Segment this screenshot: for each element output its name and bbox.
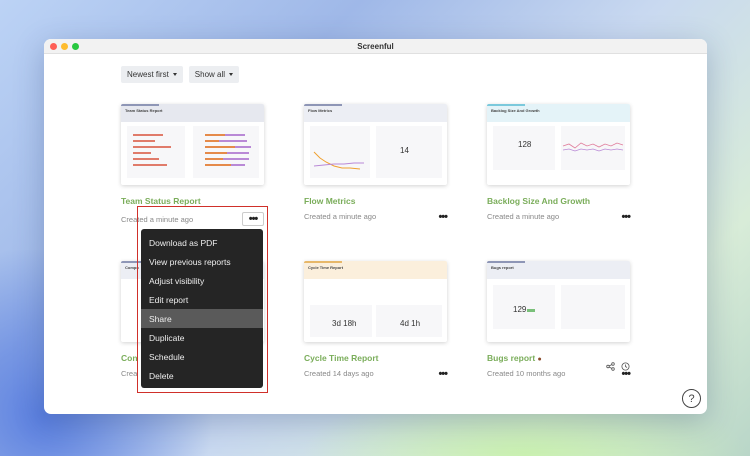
thumbnail-accent-bar: [487, 104, 525, 106]
thumbnail-body: 3d 18h 4d 1h: [304, 279, 447, 342]
report-meta: Created a minute ago •••: [487, 211, 631, 222]
thumbnail-chart: [310, 305, 442, 337]
thumbnail-body: 129: [487, 279, 630, 342]
window-title: Screenful: [357, 41, 394, 51]
more-icon[interactable]: •••: [621, 368, 631, 379]
report-title[interactable]: Backlog Size And Growth: [487, 196, 630, 206]
more-icon[interactable]: •••: [438, 368, 448, 379]
thumbnail-title: Bugs report: [491, 265, 514, 270]
thumbnail-accent-bar: [304, 104, 342, 106]
thumbnail-cycle-value-b: 4d 1h: [400, 319, 421, 328]
caret-down-icon: [172, 73, 177, 76]
report-title[interactable]: Bugs report ●: [487, 353, 630, 371]
thumbnail-accent-bar: [304, 261, 342, 263]
menu-item-view-previous-reports[interactable]: View previous reports: [141, 252, 263, 271]
window-controls: [50, 43, 79, 50]
thumbnail-body: 14: [304, 122, 447, 185]
minimize-window-button[interactable]: [61, 43, 68, 50]
toolbar: Newest first Show all: [121, 66, 240, 83]
report-thumbnail[interactable]: Team Status Report: [121, 104, 264, 185]
report-card[interactable]: Cycle Time Report 3d 18h 4d 1h Cycle Tim…: [304, 261, 448, 379]
title-bar: Screenful: [44, 39, 707, 54]
thumbnail-bugs-value: 129: [513, 305, 527, 314]
app-window: Screenful Newest first Show all Team Sta…: [44, 39, 707, 414]
report-title[interactable]: Cycle Time Report: [304, 353, 447, 363]
filter-dropdown[interactable]: Show all: [188, 66, 240, 83]
filter-label: Show all: [194, 70, 226, 79]
help-button[interactable]: ?: [682, 389, 701, 408]
menu-item-download-pdf[interactable]: Download as PDF: [141, 233, 263, 252]
sort-label: Newest first: [127, 70, 169, 79]
report-title-text: Bugs report: [487, 353, 536, 363]
report-created-time: Created a minute ago: [304, 212, 377, 221]
thumbnail-cycle-value-a: 3d 18h: [332, 319, 357, 328]
report-created-time: Created 10 months ago: [487, 369, 566, 378]
zoom-window-button[interactable]: [72, 43, 79, 50]
menu-item-duplicate[interactable]: Duplicate: [141, 328, 263, 347]
thumbnail-chart: [493, 285, 625, 329]
report-created-time: Crea: [121, 369, 138, 378]
menu-item-delete[interactable]: Delete: [141, 366, 263, 385]
report-card[interactable]: Flow Metrics 14 Flow Metrics Created a m…: [304, 104, 448, 222]
more-icon[interactable]: •••: [438, 211, 448, 222]
thumbnail-backlog-value: 128: [518, 140, 532, 149]
thumbnail-chart: [493, 126, 625, 170]
thumbnail-title: Team Status Report: [125, 108, 163, 113]
caret-down-icon: [229, 73, 234, 76]
menu-item-adjust-visibility[interactable]: Adjust visibility: [141, 271, 263, 290]
menu-item-share[interactable]: Share: [141, 309, 263, 328]
thumbnail-accent-bar: [121, 104, 159, 106]
report-thumbnail[interactable]: Bugs report 129: [487, 261, 630, 342]
card-actions: [606, 362, 630, 371]
share-icon[interactable]: [606, 362, 615, 371]
report-created-time: Created 14 days ago: [304, 369, 374, 378]
thumbnail-chart: [127, 126, 259, 178]
thumbnail-title: Flow Metrics: [308, 108, 333, 113]
thumbnail-header: Cycle Time Report: [304, 261, 447, 279]
report-meta: Created 14 days ago •••: [304, 368, 448, 379]
close-window-button[interactable]: [50, 43, 57, 50]
report-card[interactable]: Bugs report 129 Bugs report ● Created 10…: [487, 261, 631, 379]
thumbnail-header: Bugs report: [487, 261, 630, 279]
thumbnail-body: [121, 122, 264, 185]
report-title[interactable]: Team Status Report: [121, 196, 264, 206]
thumbnail-chart: [310, 126, 442, 178]
thumbnail-title: Cycle Time Report: [308, 265, 344, 270]
report-card[interactable]: Backlog Size And Growth 128 Backlog Size…: [487, 104, 631, 222]
report-meta: Created a minute ago •••: [304, 211, 448, 222]
sort-dropdown[interactable]: Newest first: [121, 66, 183, 83]
menu-item-edit-report[interactable]: Edit report: [141, 290, 263, 309]
more-icon[interactable]: •••: [621, 211, 631, 222]
menu-item-schedule[interactable]: Schedule: [141, 347, 263, 366]
thumbnail-wip-value: 14: [400, 146, 409, 155]
report-thumbnail[interactable]: Flow Metrics 14: [304, 104, 447, 185]
report-title[interactable]: Flow Metrics: [304, 196, 447, 206]
thumbnail-accent-bar: [487, 261, 525, 263]
thumbnail-header: Backlog Size And Growth: [487, 104, 630, 122]
report-thumbnail[interactable]: Cycle Time Report 3d 18h 4d 1h: [304, 261, 447, 342]
clock-icon[interactable]: [621, 362, 630, 371]
thumbnail-header: Flow Metrics: [304, 104, 447, 122]
context-menu: Download as PDF View previous reports Ad…: [141, 229, 263, 388]
bug-icon: ●: [537, 356, 542, 363]
report-created-time: Created a minute ago: [487, 212, 560, 221]
report-thumbnail[interactable]: Backlog Size And Growth 128: [487, 104, 630, 185]
help-icon: ?: [688, 392, 695, 405]
thumbnail-body: 128: [487, 122, 630, 185]
thumbnail-header: Team Status Report: [121, 104, 264, 122]
thumbnail-title: Backlog Size And Growth: [491, 108, 540, 113]
